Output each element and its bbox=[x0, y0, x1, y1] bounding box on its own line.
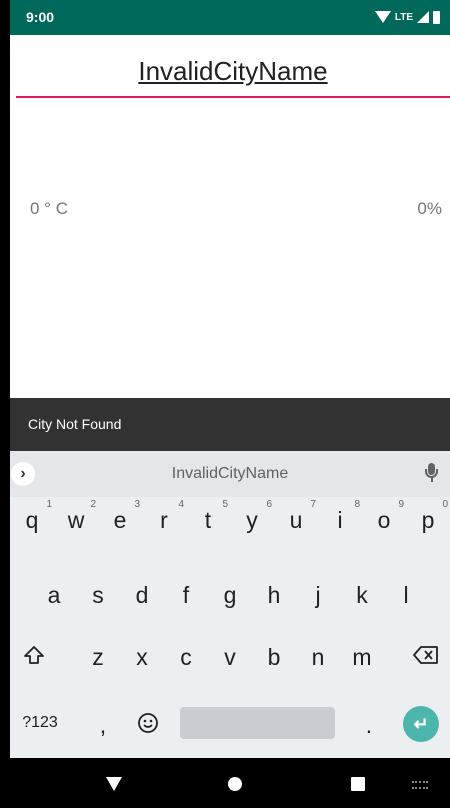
status-icons: LTE bbox=[374, 9, 440, 25]
key-n[interactable]: n bbox=[296, 634, 340, 680]
recents-icon[interactable] bbox=[351, 777, 365, 791]
battery-icon bbox=[433, 10, 440, 24]
key-i[interactable]: i8 bbox=[318, 497, 362, 543]
key-y[interactable]: y6 bbox=[230, 497, 274, 543]
key-w[interactable]: w2 bbox=[54, 497, 98, 543]
shift-key-icon[interactable] bbox=[14, 632, 54, 678]
key-c[interactable]: c bbox=[164, 634, 208, 680]
symbols-key[interactable]: ?123 bbox=[16, 700, 64, 746]
suggestion-word[interactable]: InvalidCityName bbox=[10, 465, 450, 483]
key-label: p bbox=[421, 506, 435, 533]
key-label: o bbox=[377, 506, 391, 533]
key-h[interactable]: h bbox=[252, 572, 296, 618]
key-j[interactable]: j bbox=[296, 572, 340, 618]
key-u[interactable]: u7 bbox=[274, 497, 318, 543]
comma-key[interactable]: , bbox=[88, 702, 118, 748]
status-bar: 9:00 LTE bbox=[10, 0, 450, 35]
key-hint: 5 bbox=[222, 499, 228, 510]
key-k[interactable]: k bbox=[340, 572, 384, 618]
period-key[interactable]: . bbox=[354, 702, 384, 748]
key-f[interactable]: f bbox=[164, 572, 208, 618]
wifi-icon bbox=[374, 11, 391, 23]
city-name-input[interactable] bbox=[16, 52, 450, 98]
key-d[interactable]: d bbox=[120, 572, 164, 618]
key-label: y bbox=[246, 506, 258, 533]
temperature-value: 0 ° C bbox=[30, 199, 68, 218]
key-label: u bbox=[289, 506, 303, 533]
back-icon[interactable] bbox=[106, 777, 122, 791]
key-hint: 9 bbox=[398, 499, 404, 510]
key-v[interactable]: v bbox=[208, 634, 252, 680]
backspace-key-icon[interactable] bbox=[406, 632, 446, 678]
key-o[interactable]: o9 bbox=[362, 497, 406, 543]
signal-icon bbox=[417, 11, 429, 23]
key-z[interactable]: z bbox=[76, 634, 120, 680]
status-time: 9:00 bbox=[26, 9, 55, 25]
enter-key-icon[interactable]: ↵ bbox=[403, 706, 439, 742]
microphone-icon[interactable] bbox=[424, 463, 438, 485]
key-label: e bbox=[113, 506, 127, 533]
key-l[interactable]: l bbox=[384, 572, 428, 618]
key-hint: 7 bbox=[310, 499, 316, 510]
app-screen: 9:00 LTE 0 ° C 0% City Not Found › Inval… bbox=[10, 0, 450, 808]
soft-keyboard: › InvalidCityName q1w2e3r4t5y6u7i8o9p0 a… bbox=[10, 451, 450, 758]
key-hint: 2 bbox=[90, 499, 96, 510]
key-hint: 3 bbox=[134, 499, 140, 510]
snackbar: City Not Found bbox=[10, 398, 450, 451]
network-type-label: LTE bbox=[394, 11, 413, 23]
key-label: w bbox=[67, 506, 85, 533]
key-label: i bbox=[337, 506, 343, 533]
key-t[interactable]: t5 bbox=[186, 497, 230, 543]
humidity-value: 0% bbox=[417, 199, 442, 218]
key-g[interactable]: g bbox=[208, 572, 252, 618]
space-key[interactable] bbox=[180, 707, 335, 739]
key-label: t bbox=[204, 506, 212, 533]
key-hint: 4 bbox=[178, 499, 184, 510]
emoji-key-icon[interactable] bbox=[130, 700, 166, 746]
key-e[interactable]: e3 bbox=[98, 497, 142, 543]
suggestion-strip: › InvalidCityName bbox=[10, 451, 450, 497]
device-edge bbox=[0, 0, 10, 808]
key-a[interactable]: a bbox=[32, 572, 76, 618]
home-icon[interactable] bbox=[228, 777, 242, 791]
key-label: r bbox=[160, 506, 168, 533]
key-b[interactable]: b bbox=[252, 634, 296, 680]
keyboard-switch-icon[interactable] bbox=[412, 781, 428, 789]
key-q[interactable]: q1 bbox=[10, 497, 54, 543]
key-hint: 0 bbox=[442, 499, 448, 510]
key-hint: 8 bbox=[354, 499, 360, 510]
snackbar-message: City Not Found bbox=[28, 416, 122, 432]
key-p[interactable]: p0 bbox=[406, 497, 450, 543]
key-m[interactable]: m bbox=[340, 634, 384, 680]
key-hint: 6 bbox=[266, 499, 272, 510]
key-r[interactable]: r4 bbox=[142, 497, 186, 543]
key-x[interactable]: x bbox=[120, 634, 164, 680]
key-s[interactable]: s bbox=[76, 572, 120, 618]
navigation-bar bbox=[10, 758, 450, 808]
key-hint: 1 bbox=[46, 499, 52, 510]
key-label: q bbox=[25, 506, 39, 533]
